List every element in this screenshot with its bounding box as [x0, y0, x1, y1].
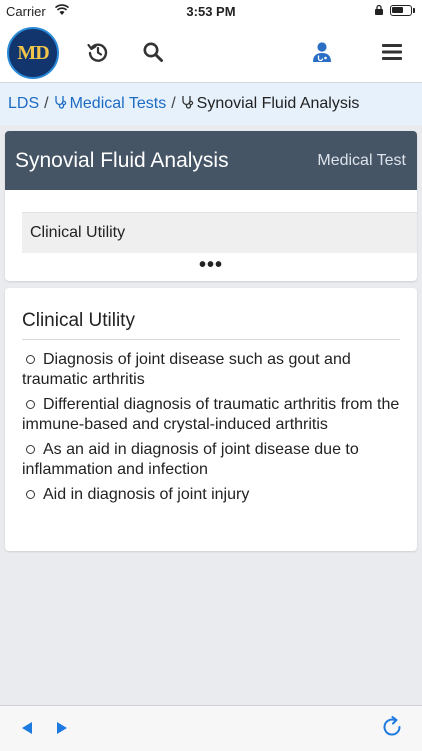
forward-arrow-icon[interactable] [55, 721, 69, 735]
search-icon[interactable] [141, 40, 165, 64]
breadcrumb-current: Synovial Fluid Analysis [181, 95, 360, 113]
refresh-icon[interactable] [381, 716, 403, 738]
test-header-bar: Synovial Fluid Analysis Medical Test [5, 131, 417, 190]
breadcrumb-medical-tests[interactable]: Medical Tests [54, 95, 167, 113]
back-arrow-icon[interactable] [20, 721, 34, 735]
section-heading: Clinical Utility [22, 310, 135, 331]
list-item: Aid in diagnosis of joint injury [22, 485, 402, 505]
page-type-label: Medical Test [317, 152, 406, 169]
section-divider [22, 339, 400, 340]
battery-icon [390, 5, 412, 16]
breadcrumb: LDS / Medical Tests / Synovial Fluid Ana… [0, 83, 422, 125]
breadcrumb-medical-tests-label: Medical Tests [69, 95, 167, 112]
orientation-lock-icon [375, 4, 383, 15]
section-tab-clinical-utility[interactable]: Clinical Utility [22, 212, 417, 253]
breadcrumb-separator: / [44, 95, 49, 112]
history-icon[interactable] [86, 40, 110, 64]
list-item: Differential diagnosis of traumatic arth… [22, 395, 402, 434]
section-tab-label: Clinical Utility [30, 224, 126, 241]
test-header-card: Synovial Fluid Analysis Medical Test Cli… [5, 131, 417, 281]
bottom-toolbar [0, 705, 422, 751]
breadcrumb-separator: / [171, 95, 176, 112]
battery-cap [413, 8, 415, 13]
menu-icon[interactable] [380, 40, 404, 64]
top-navigation: MD [0, 22, 422, 83]
stethoscope-icon [182, 96, 193, 109]
list-item: As an aid in diagnosis of joint disease … [22, 440, 402, 479]
breadcrumb-current-label: Synovial Fluid Analysis [196, 95, 360, 112]
stethoscope-icon [54, 96, 66, 109]
clinical-utility-list: Diagnosis of joint disease such as gout … [22, 350, 402, 511]
page-title: Synovial Fluid Analysis [15, 149, 229, 172]
app-logo[interactable]: MD [7, 27, 59, 79]
doctor-icon[interactable] [310, 40, 334, 64]
logo-text: MD [17, 41, 49, 64]
breadcrumb-lds[interactable]: LDS [8, 95, 39, 113]
more-sections-button[interactable]: ••• [5, 255, 417, 275]
status-bar: Carrier 3:53 PM [0, 0, 422, 22]
list-item: Diagnosis of joint disease such as gout … [22, 350, 402, 389]
status-time: 3:53 PM [186, 4, 236, 19]
content-card: Clinical Utility Diagnosis of joint dise… [5, 288, 417, 551]
